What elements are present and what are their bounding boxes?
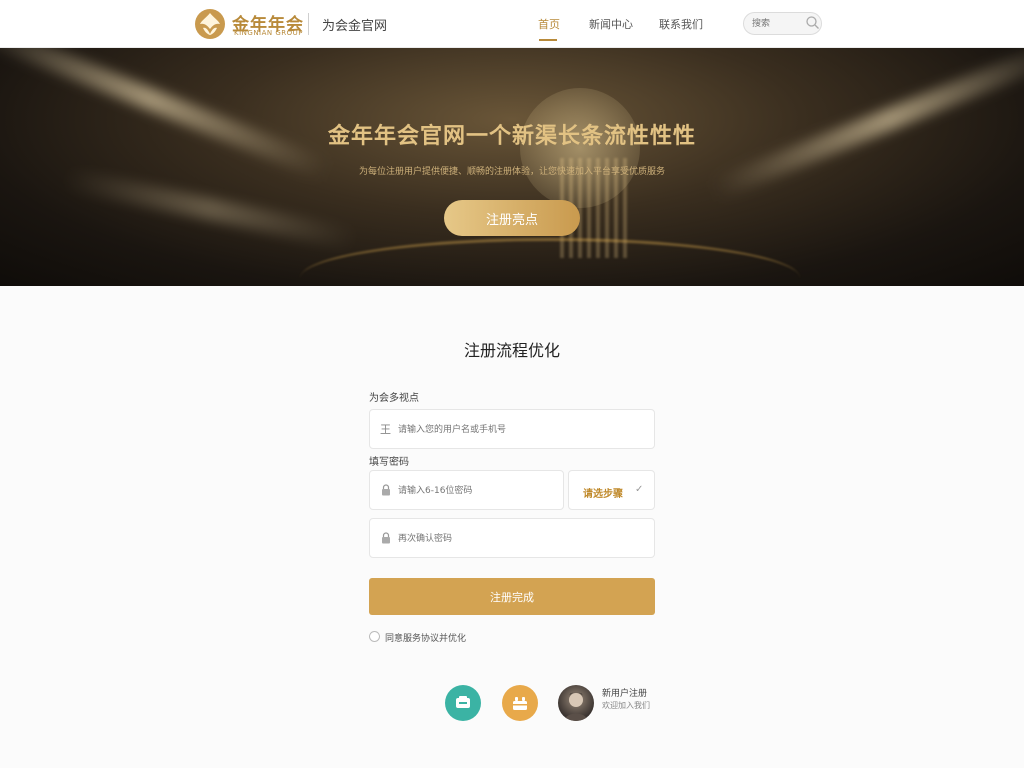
hero-light-beam	[60, 167, 360, 251]
gift-icon	[513, 697, 527, 710]
header: 金年年会 KINGNIAN GROUP 为会金官网 首页 新闻中心 联系我们	[0, 0, 1024, 48]
gift-button[interactable]	[502, 685, 538, 721]
agree-label: 同意服务协议并优化	[385, 634, 467, 644]
nav-news[interactable]: 新闻中心	[589, 16, 633, 32]
chat-icon	[456, 696, 470, 708]
chevron-down-icon: ✓	[635, 484, 644, 495]
hero-title: 金年年会官网一个新渠长条流性性性	[327, 124, 696, 149]
hero-light-beam	[0, 48, 331, 181]
section-title: 注册流程优化	[463, 341, 560, 360]
username-field[interactable]: 王	[369, 409, 655, 449]
logo-icon[interactable]	[194, 8, 226, 40]
password-field[interactable]	[369, 470, 564, 510]
step-select-value: 请选步骤	[583, 489, 623, 500]
user-icon: 王	[380, 423, 391, 436]
chat-button[interactable]	[445, 685, 481, 721]
lock-icon	[382, 532, 390, 544]
password-input[interactable]	[398, 483, 553, 499]
step-select[interactable]: 请选步骤 ✓	[568, 470, 655, 510]
username-label: 为会多视点	[369, 393, 419, 404]
confirm-password-field[interactable]	[369, 518, 655, 558]
password-label: 填写密码	[369, 457, 409, 468]
search-input[interactable]	[752, 16, 804, 32]
confirm-password-input[interactable]	[398, 531, 638, 547]
logo-subtitle: KINGNIAN GROUP	[234, 29, 304, 37]
hero-cta-button[interactable]: 注册亮点	[444, 200, 580, 236]
user-description: 欢迎加入我们	[602, 701, 650, 710]
lock-icon	[382, 484, 390, 496]
avatar[interactable]	[558, 685, 594, 721]
site-name: 为会金官网	[322, 19, 388, 34]
user-name: 新用户注册	[602, 689, 648, 699]
logo-divider	[308, 13, 309, 35]
submit-button[interactable]: 注册完成	[369, 578, 655, 615]
hero-decor-curve	[300, 238, 800, 286]
nav-active-indicator	[539, 39, 557, 41]
nav-contact[interactable]: 联系我们	[659, 16, 703, 32]
nav-home[interactable]: 首页	[538, 16, 560, 32]
user-avatar-icon	[564, 692, 588, 721]
username-input[interactable]	[398, 422, 638, 438]
agree-radio[interactable]	[369, 631, 380, 642]
hero-subtitle: 为每位注册用户提供便捷、顺畅的注册体验，让您快速加入平台享受优质服务	[358, 167, 665, 177]
search-icon[interactable]	[805, 15, 820, 30]
